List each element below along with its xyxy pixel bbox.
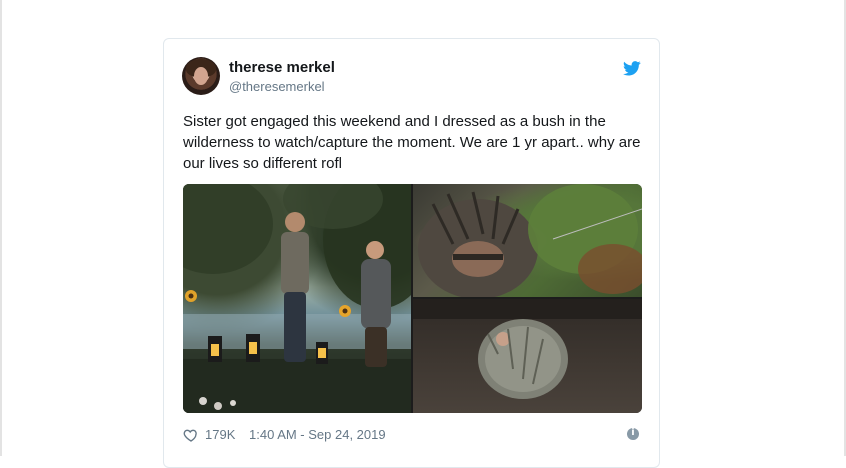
info-icon[interactable] — [627, 427, 639, 440]
tweet-text: Sister got engaged this weekend and I dr… — [183, 113, 641, 172]
page-edge-left — [0, 0, 2, 456]
ghillie-ground-photo[interactable] — [413, 299, 642, 413]
avatar[interactable] — [182, 57, 220, 95]
author-display-name[interactable]: therese merkel — [229, 59, 335, 76]
tweet-timestamp[interactable]: 1:40 AM - Sep 24, 2019 — [249, 427, 386, 442]
author-handle[interactable]: @theresemerkel — [229, 79, 325, 94]
proposal-photo-scene — [183, 184, 411, 413]
heart-icon[interactable] — [183, 427, 199, 443]
avatar-face — [194, 67, 208, 85]
ghillie-closeup-photo[interactable] — [413, 184, 642, 297]
ghillie-ground-scene — [413, 299, 642, 399]
tweet-media-grid[interactable] — [183, 184, 642, 413]
tweet-card[interactable]: therese merkel @theresemerkel Sister got… — [163, 38, 660, 468]
proposal-photo[interactable] — [183, 184, 411, 413]
ghillie-closeup-scene — [418, 184, 642, 297]
twitter-bird-icon[interactable] — [623, 61, 641, 76]
like-count[interactable]: 179K — [205, 427, 235, 442]
